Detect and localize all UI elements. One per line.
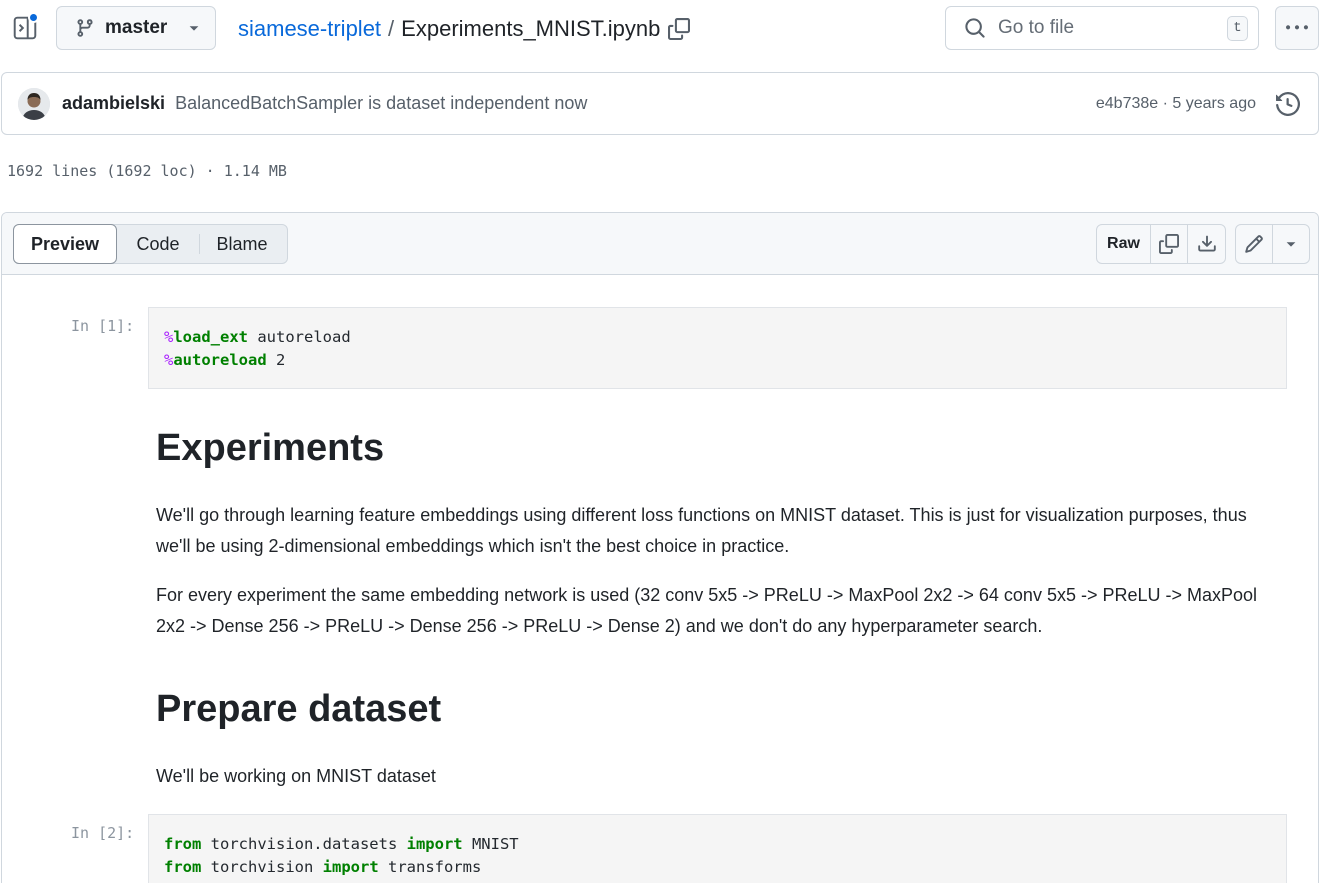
heading-experiments: Experiments <box>156 427 385 469</box>
pencil-icon <box>1245 235 1263 253</box>
edit-file-button[interactable] <box>1236 225 1273 263</box>
download-raw-file-button[interactable] <box>1188 225 1225 263</box>
tab-code[interactable]: Code <box>117 225 199 263</box>
git-branch-icon <box>77 19 93 37</box>
caret-down-icon <box>189 26 199 31</box>
markdown-cell: Prepare dataset <box>156 687 1266 733</box>
user-avatar-icon <box>18 87 50 120</box>
kebab-horizontal-icon <box>1286 25 1308 30</box>
history-button[interactable] <box>1276 91 1300 116</box>
code-text: torchvision.datasets <box>201 835 407 853</box>
code-keyword: autoreload <box>173 350 267 369</box>
cell-prompt: In [1]: <box>71 317 135 335</box>
code-text: MNIST <box>462 835 519 853</box>
copy-raw-content-button[interactable] <box>1151 225 1188 263</box>
markdown-paragraph: We'll be working on MNIST dataset <box>156 761 1266 792</box>
markdown-paragraph: We'll go through learning feature embedd… <box>156 500 1266 562</box>
commit-author[interactable]: adambielski <box>62 93 165 114</box>
edit-options-dropdown[interactable] <box>1273 225 1309 263</box>
latest-commit-bar: adambielski BalancedBatchSampler is data… <box>1 72 1319 135</box>
code-keyword: import <box>322 857 379 876</box>
code-line: from torchvision.datasets import MNIST <box>164 833 1271 856</box>
tab-blame[interactable]: Blame <box>200 225 284 263</box>
search-icon <box>965 18 985 38</box>
code-text: transforms <box>378 857 482 876</box>
code-keyword: from <box>164 835 202 853</box>
file-line-count-and-size: 1692 lines (1692 loc) · 1.14 MB <box>7 162 287 180</box>
branch-name: master <box>105 17 168 38</box>
go-to-file-search[interactable]: t <box>945 6 1259 50</box>
cell-prompt: In [2]: <box>71 824 135 842</box>
copy-icon <box>668 18 691 40</box>
file-name: Experiments_MNIST.ipynb <box>401 16 661 41</box>
avatar[interactable] <box>18 87 50 120</box>
view-mode-segmented-control: Preview Code Blame <box>13 224 288 264</box>
code-line: %load_ext autoreload <box>164 326 1271 349</box>
code-line: %autoreload 2 <box>164 349 1271 372</box>
markdown-paragraph: For every experiment the same embedding … <box>156 580 1266 642</box>
code-keyword: from <box>164 857 202 876</box>
paragraph-network: For every experiment the same embedding … <box>156 585 1258 636</box>
heading-prepare-dataset: Prepare dataset <box>156 688 442 730</box>
repo-link[interactable]: siamese-triplet <box>238 16 381 42</box>
raw-button[interactable]: Raw <box>1097 225 1151 263</box>
commit-message[interactable]: BalancedBatchSampler is dataset independ… <box>175 93 1096 114</box>
shortcut-key-hint: t <box>1227 15 1248 41</box>
code-keyword: import <box>406 835 463 853</box>
file-actions-group: Raw <box>1096 224 1226 264</box>
breadcrumb-separator: / <box>388 16 395 41</box>
code-line: from torchvision import transforms <box>164 856 1271 879</box>
code-magic: % <box>164 350 174 369</box>
code-text: autoreload <box>248 328 351 346</box>
copy-path-button[interactable] <box>668 18 691 40</box>
code-keyword: load_ext <box>173 328 248 346</box>
edit-actions-group <box>1235 224 1310 264</box>
copy-icon <box>1159 234 1179 254</box>
code-text: 2 <box>266 350 286 369</box>
file-header: Preview Code Blame Raw <box>2 213 1318 275</box>
code-text: torchvision <box>201 857 323 876</box>
history-icon <box>1276 91 1300 116</box>
go-to-file-input[interactable] <box>998 17 1215 39</box>
caret-down-icon <box>1286 242 1296 247</box>
sidebar-toggle-button[interactable] <box>10 12 40 44</box>
code-cell: from torchvision.datasets import MNIST fr… <box>148 814 1287 883</box>
notification-dot <box>28 12 39 23</box>
paragraph-intro: We'll go through learning feature embedd… <box>156 505 1247 556</box>
branch-select-button[interactable]: master <box>56 6 216 50</box>
code-magic: % <box>164 328 174 346</box>
commit-sha-and-age[interactable]: e4b738e · 5 years ago <box>1096 95 1256 113</box>
download-icon <box>1197 235 1216 252</box>
more-options-button[interactable] <box>1275 6 1319 50</box>
breadcrumb: siamese-triplet / Experiments_MNIST.ipyn… <box>238 14 691 44</box>
markdown-cell: Experiments <box>156 426 1266 472</box>
paragraph-mnist: We'll be working on MNIST dataset <box>156 766 436 786</box>
code-cell: %load_ext autoreload %autoreload 2 <box>148 307 1287 389</box>
tab-preview[interactable]: Preview <box>13 224 117 264</box>
